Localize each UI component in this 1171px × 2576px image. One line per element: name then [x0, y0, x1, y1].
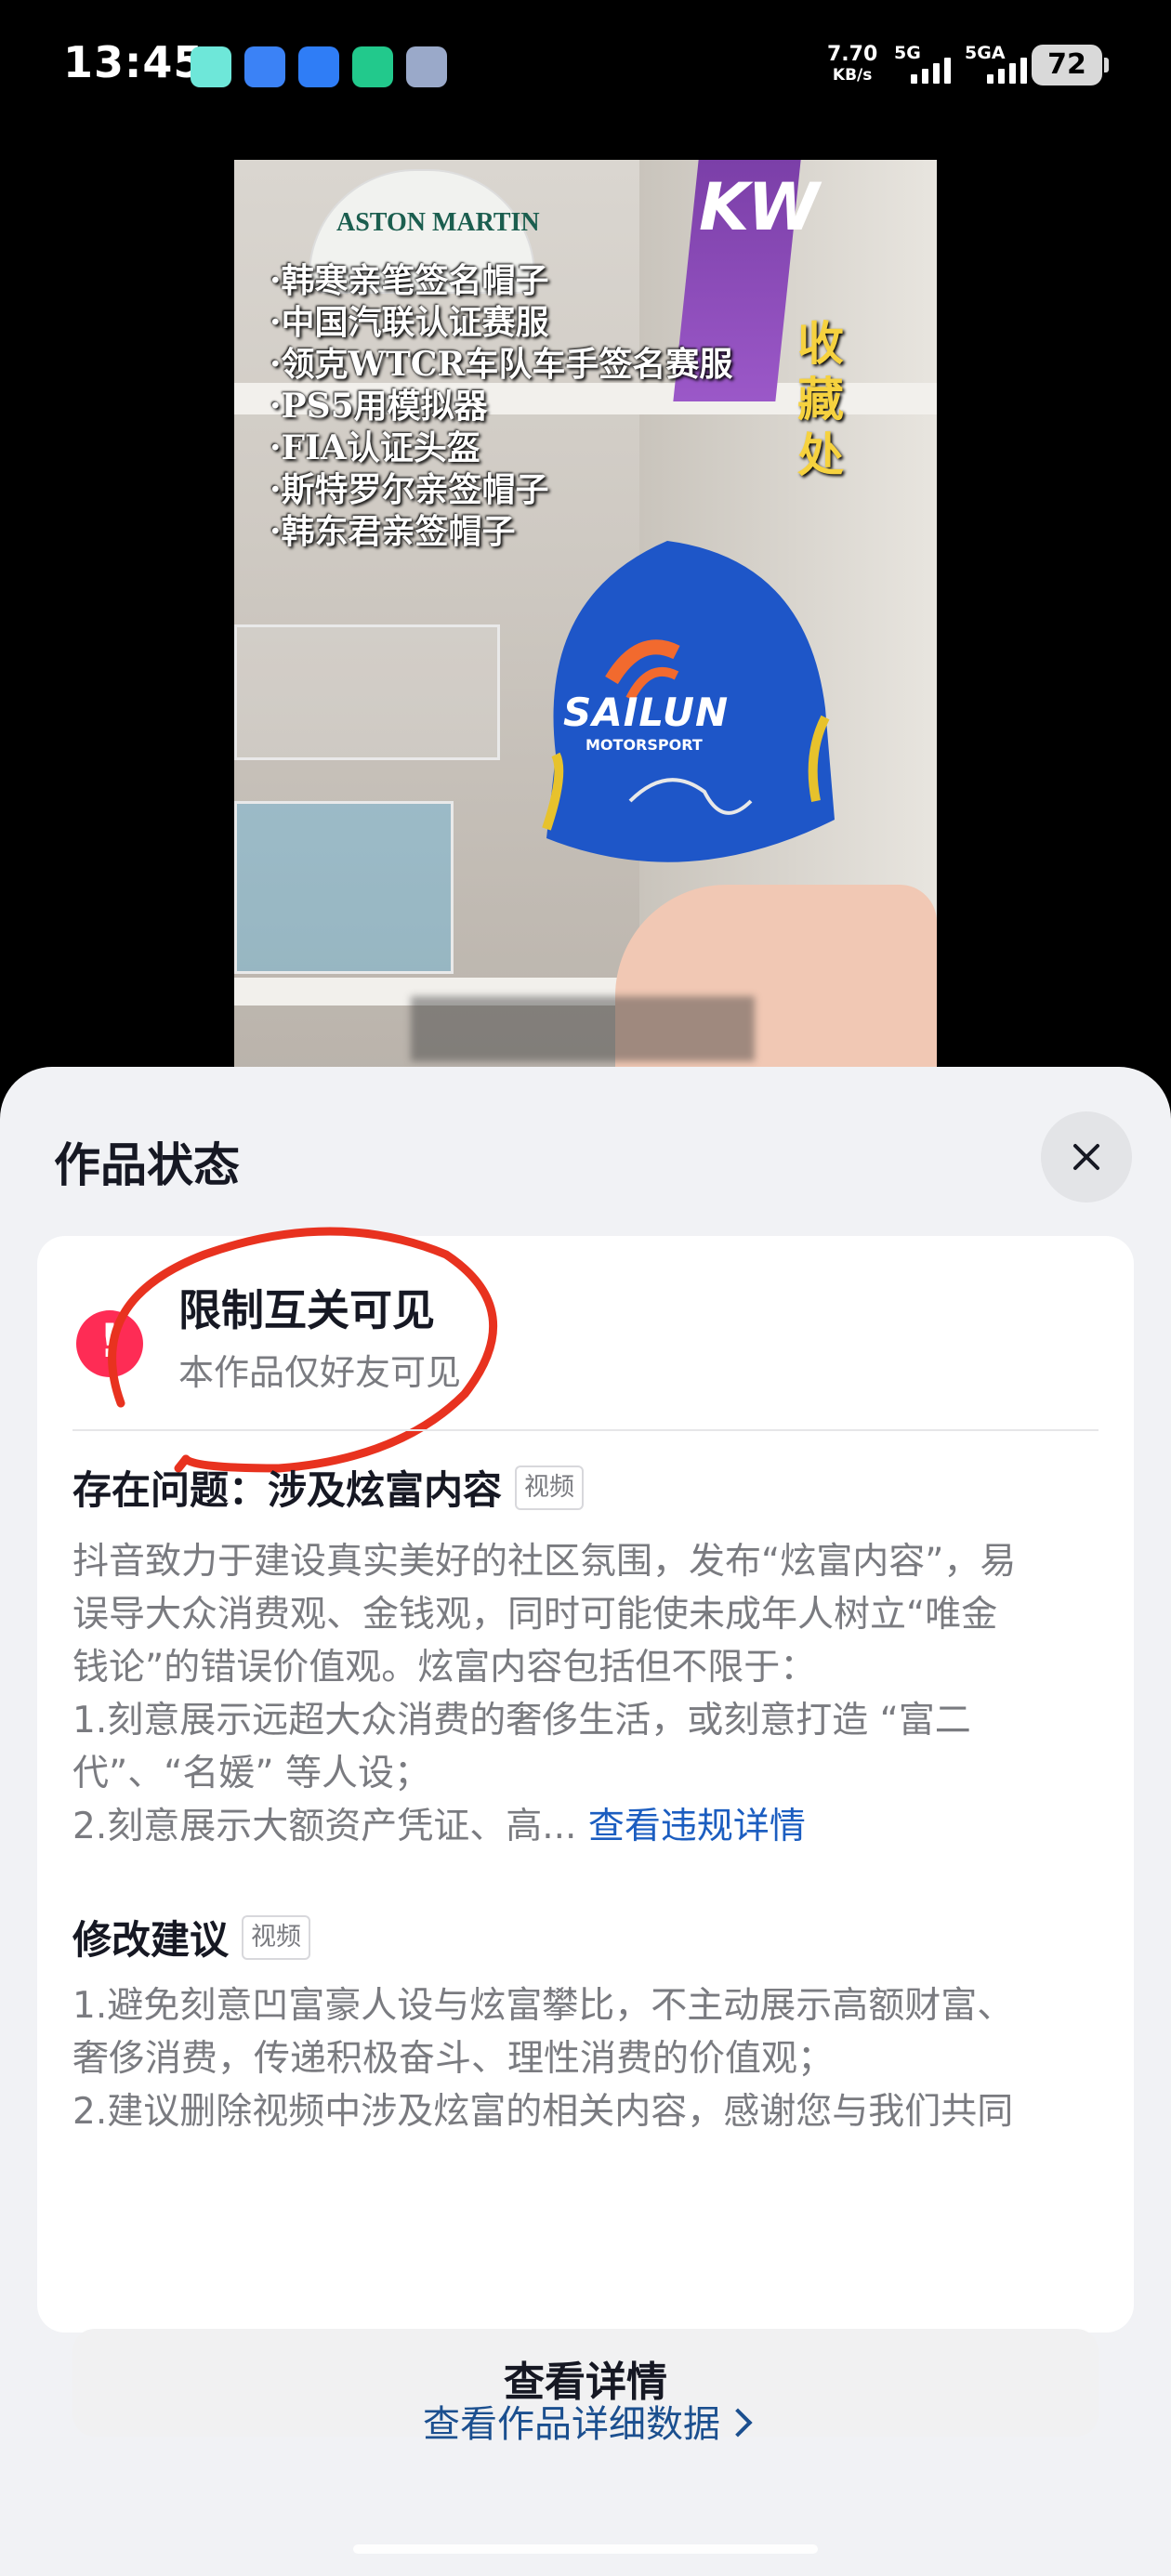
issue-title-row: 存在问题：涉及炫富内容 视频 — [72, 1459, 585, 1516]
status-card: 限制互关可见 本作品仅好友可见 存在问题：涉及炫富内容 视频 抖音致力于建设真实… — [37, 1227, 1134, 2437]
video-overlay-item: ·FIA认证头盔 — [270, 428, 480, 467]
work-status-sheet: 作品状态 限制互关可见 本作品仅好友可见 存在问题：涉及炫富内容 视频 抖音致力… — [0, 1067, 1171, 2576]
issue-line: 误导大众消费观、金钱观，同时可能使未成年人树立“唯金 — [72, 1594, 998, 1636]
view-work-data-label: 查看作品详细数据 — [423, 2403, 720, 2446]
issue-description: 抖音致力于建设真实美好的社区氛围，发布“炫富内容”，易 误导大众消费观、金钱观，同… — [72, 1535, 1100, 1853]
divider — [72, 1429, 1099, 1431]
video-overlay-side-label: 收藏处 — [797, 316, 844, 482]
content-fade — [72, 2267, 1100, 2305]
blurred-caption — [411, 996, 755, 1061]
video-overlay-item: ·PS5用模拟器 — [270, 387, 488, 426]
video-overlay-list: ·韩寒亲笔签名帽子 ·中国汽联认证赛服 ·领克WTCR车队车手签名赛服 ·PS5用模拟… — [270, 260, 732, 553]
issue-tag: 视频 — [515, 1465, 585, 1510]
battery-icon: 72 — [1032, 45, 1109, 85]
video-preview[interactable]: ASTON MARTIN KW SAILUN MOTORSPORT ·韩寒亲笔签… — [234, 160, 937, 1098]
suggest-line: 2.建议删除视频中涉及炫富的相关内容，感谢您与我们共同 — [72, 2091, 1014, 2133]
suggest-description: 1.避免刻意凹富豪人设与炫富攀比，不主动展示高额财富、 奢侈消费，传递积极奋斗、理… — [72, 1979, 1100, 2138]
video-overlay-item: ·中国汽联认证赛服 — [270, 303, 549, 342]
suggest-tag: 视频 — [242, 1914, 311, 1960]
notification-app-icon — [244, 46, 285, 87]
annotation-circle — [108, 1227, 497, 1473]
signal-bars-icon — [987, 58, 1027, 84]
view-work-data-link[interactable]: 查看作品详细数据 — [0, 2394, 1171, 2448]
issue-line: 1.刻意展示远超大众消费的奢侈生活，或刻意打造 “富二 — [72, 1700, 971, 1741]
issue-title: 存在问题：涉及炫富内容 — [72, 1467, 503, 1513]
flag-text: KW — [699, 169, 820, 245]
issue-line: 抖音致力于建设真实美好的社区氛围，发布“炫富内容”，易 — [72, 1541, 1017, 1583]
video-overlay-item: ·韩东君亲签帽子 — [270, 512, 516, 551]
video-overlay-item: ·韩寒亲笔签名帽子 — [270, 261, 549, 300]
suggest-line: 1.避免刻意凹富豪人设与炫富攀比，不主动展示高额财富、 — [72, 1985, 1014, 2027]
network-speed: 7.70 KB/s — [827, 45, 877, 85]
cap-sub-text: MOTORSPORT — [586, 736, 703, 754]
notification-app-icon — [191, 46, 231, 87]
network-speed-value: 7.70 — [827, 43, 878, 66]
network-speed-unit: KB/s — [832, 66, 873, 85]
view-violation-details-link[interactable]: 查看违规详情 — [588, 1806, 806, 1847]
suggest-title-row: 修改建议 视频 — [72, 1909, 311, 1965]
model-car-case — [234, 624, 500, 760]
issue-line: 代”、“名媛” 等人设； — [72, 1753, 431, 1794]
download-icon — [406, 46, 447, 87]
white-cap-text: ASTON MARTIN — [336, 208, 540, 237]
cap-brand-text: SAILUN — [563, 690, 730, 735]
issue-line: 钱论”的错误价值观。炫富内容包括但不限于： — [72, 1647, 817, 1689]
issue-line-with-link: 2.刻意展示大额资产凭证、高... 查看违规详情 — [72, 1800, 1100, 1853]
notification-icons — [191, 46, 447, 87]
suggest-title: 修改建议 — [72, 1917, 230, 1963]
video-overlay-item: ·斯特罗尔亲签帽子 — [270, 470, 549, 509]
notification-app-icon — [352, 46, 393, 87]
close-button[interactable] — [1041, 1111, 1132, 1203]
suggest-line: 奢侈消费，传递积极奋斗、理性消费的价值观； — [72, 2038, 835, 2080]
issue-line: 2.刻意展示大额资产凭证、高... — [72, 1806, 588, 1847]
clock: 13:45 — [63, 37, 204, 87]
signal-bars-icon — [911, 58, 951, 84]
status-bar: 13:45 7.70 KB/s 5G 5GA 72 — [0, 0, 1171, 135]
video-overlay-item: ·领克WTCR车队车手签名赛服 — [270, 345, 733, 384]
home-indicator[interactable] — [353, 2544, 818, 2554]
sheet-title: 作品状态 — [54, 1138, 240, 1192]
chevron-right-icon — [723, 2408, 753, 2438]
model-car-case — [234, 801, 454, 974]
notification-app-icon — [298, 46, 339, 87]
